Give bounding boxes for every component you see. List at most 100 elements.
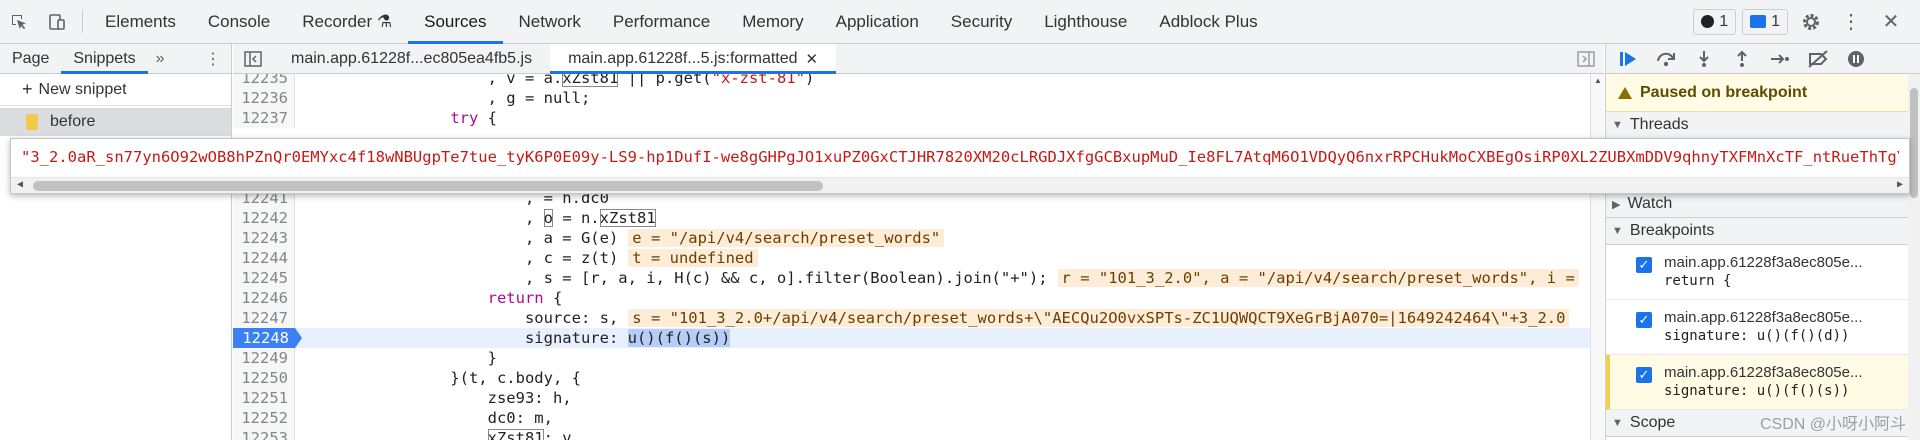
code-line[interactable]: 12249 } [233,348,1604,368]
line-number[interactable]: 12246 [233,288,295,308]
code-line[interactable]: 12244 , c = z(t) t = undefined [233,248,1604,268]
errors-count: 1 [1719,12,1729,30]
line-number[interactable]: 12236 [233,88,295,108]
threads-section-header[interactable]: ▼ Threads [1606,112,1920,139]
more-tabs-chevron-icon[interactable]: » [148,44,173,73]
scroll-left-arrow-icon[interactable]: ◀ [17,179,23,190]
toggle-debugger-icon[interactable] [1568,44,1604,73]
line-number[interactable]: 12235 [233,74,295,88]
code-line[interactable]: 12250 }(t, c.body, { [233,368,1604,388]
code-line[interactable]: 12242 , o = n.xZst81 [233,208,1604,228]
line-number[interactable]: 12242 [233,208,295,228]
navigator-menu-kebab-icon[interactable]: ⋮ [195,44,231,73]
code-line[interactable]: 12252 dc0: m, [233,408,1604,428]
more-options-kebab-icon[interactable]: ⋮ [1834,5,1868,39]
new-snippet-label: New snippet [38,80,127,98]
breakpoints-section-header[interactable]: ▼ Breakpoints [1606,218,1920,245]
code-keyword: return [487,289,544,307]
watch-section-header[interactable]: ▶ Watch [1606,191,1920,218]
line-number[interactable]: 12237 [233,108,295,128]
file-tab-minified[interactable]: main.app.61228f...ec805ea4fb5.js [273,44,550,73]
hovered-variable[interactable]: o [543,209,553,227]
close-tab-icon[interactable]: ✕ [806,50,819,68]
line-number[interactable]: 12245 [233,268,295,288]
sidebar-scrollbar[interactable] [1908,74,1920,440]
tab-application[interactable]: Application [820,0,935,43]
section-title: Breakpoints [1629,222,1715,239]
popover-value: "3_2.0aR_sn77yn6O92wOB8hPZnQr0EMYxc4f18w… [21,148,1899,166]
code-text: , c = z(t) [301,249,619,267]
code-view[interactable]: 12235 , v = a.xZst81 || p.get("x-zst-81"… [233,74,1604,440]
toggle-navigator-icon[interactable] [233,44,273,73]
code-line[interactable]: 12235 , v = a.xZst81 || p.get("x-zst-81"… [233,74,1604,88]
breakpoint-checkbox[interactable]: ✓ [1636,257,1652,273]
code-line[interactable]: 12247 source: s, s = "101_3_2.0+/api/v4/s… [233,308,1604,328]
snippet-item-before[interactable]: before [0,108,231,136]
line-number[interactable]: 12244 [233,248,295,268]
resume-execution-icon[interactable] [1610,45,1646,73]
collapse-triangle-icon: ▼ [1612,119,1623,131]
tab-performance[interactable]: Performance [597,0,726,43]
tab-sources[interactable]: Sources [408,0,503,44]
file-tab-label: main.app.61228f...ec805ea4fb5.js [291,49,533,67]
line-number[interactable]: 12251 [233,388,295,408]
inspect-element-icon[interactable] [0,0,38,43]
code-text: }(t, c.body, { [301,369,581,387]
code-text: , v = a. [301,74,563,87]
step-into-icon[interactable] [1686,45,1722,73]
pause-on-exceptions-icon[interactable] [1838,45,1874,73]
code-line[interactable]: 12246 return { [233,288,1604,308]
line-number[interactable]: 12250 [233,368,295,388]
code-line[interactable]: 12245 , s = [r, a, i, H(c) && c, o].filt… [233,268,1604,288]
line-number[interactable]: 12249 [233,348,295,368]
step-icon[interactable] [1762,45,1798,73]
tab-lighthouse[interactable]: Lighthouse [1028,0,1143,43]
breakpoint-checkbox[interactable]: ✓ [1636,312,1652,328]
current-execution-line[interactable]: 12248 signature: u()(f()(s)) [233,328,1604,348]
breakpoint-item[interactable]: ✓ main.app.61228f3a8ec805e... signature:… [1606,300,1920,355]
tab-page[interactable]: Page [0,44,61,73]
breakpoint-item[interactable]: ✓ main.app.61228f3a8ec805e... return { [1606,245,1920,300]
scroll-right-arrow-icon[interactable]: ▶ [1897,179,1903,190]
errors-badge[interactable]: 1 [1693,8,1737,35]
tab-adblock-plus[interactable]: Adblock Plus [1143,0,1273,43]
tab-memory[interactable]: Memory [726,0,819,43]
deactivate-breakpoints-icon[interactable] [1800,45,1836,73]
breakpoint-checkbox[interactable]: ✓ [1636,367,1652,383]
code-line[interactable]: 12253 xZst81: v [233,428,1604,440]
tab-security[interactable]: Security [935,0,1028,43]
line-number[interactable]: 12247 [233,308,295,328]
tab-network[interactable]: Network [503,0,597,43]
code-string: "x-zst-81" [711,74,805,87]
tab-recorder[interactable]: Recorder ⚗ [286,0,408,43]
line-number[interactable]: 12252 [233,408,295,428]
variable-value-popover[interactable]: "3_2.0aR_sn77yn6O92wOB8hPZnQr0EMYxc4f18w… [10,138,1910,194]
step-out-icon[interactable] [1724,45,1760,73]
tab-snippets[interactable]: Snippets [61,44,148,74]
close-devtools-icon[interactable]: ✕ [1874,5,1908,39]
code-line[interactable]: 12237 try { [233,108,1604,128]
code-text: dc0: m, [301,409,553,427]
code-text: zse93: h, [301,389,572,407]
code-line[interactable]: 12251 zse93: h, [233,388,1604,408]
breakpoint-line-number[interactable]: 12248 [233,328,295,348]
devtools-main-toolbar: Elements Console Recorder ⚗ Sources Netw… [0,0,1920,44]
line-number[interactable]: 12253 [233,428,295,440]
scrollbar-thumb[interactable] [33,181,823,191]
tab-console[interactable]: Console [192,0,286,43]
settings-gear-icon[interactable] [1794,5,1828,39]
line-number[interactable]: 12243 [233,228,295,248]
breakpoint-item-active[interactable]: ✓ main.app.61228f3a8ec805e... signature:… [1606,355,1920,410]
editor-vertical-scrollbar[interactable] [1590,74,1604,440]
code-line[interactable]: 12243 , a = G(e) e = "/api/v4/search/pres… [233,228,1604,248]
file-tab-formatted[interactable]: main.app.61228f...5.js:formatted ✕ [550,44,837,74]
tab-elements[interactable]: Elements [89,0,192,43]
device-toolbar-icon[interactable] [38,0,76,43]
popover-horizontal-scrollbar[interactable]: ◀ ▶ [11,177,1909,193]
issues-count: 1 [1771,12,1780,30]
issues-badge[interactable]: 1 [1742,8,1788,35]
step-over-icon[interactable] [1648,45,1684,73]
code-line[interactable]: 12236 , g = null; [233,88,1604,108]
scrollbar-thumb[interactable] [1910,88,1918,198]
new-snippet-button[interactable]: + New snippet [0,74,231,106]
